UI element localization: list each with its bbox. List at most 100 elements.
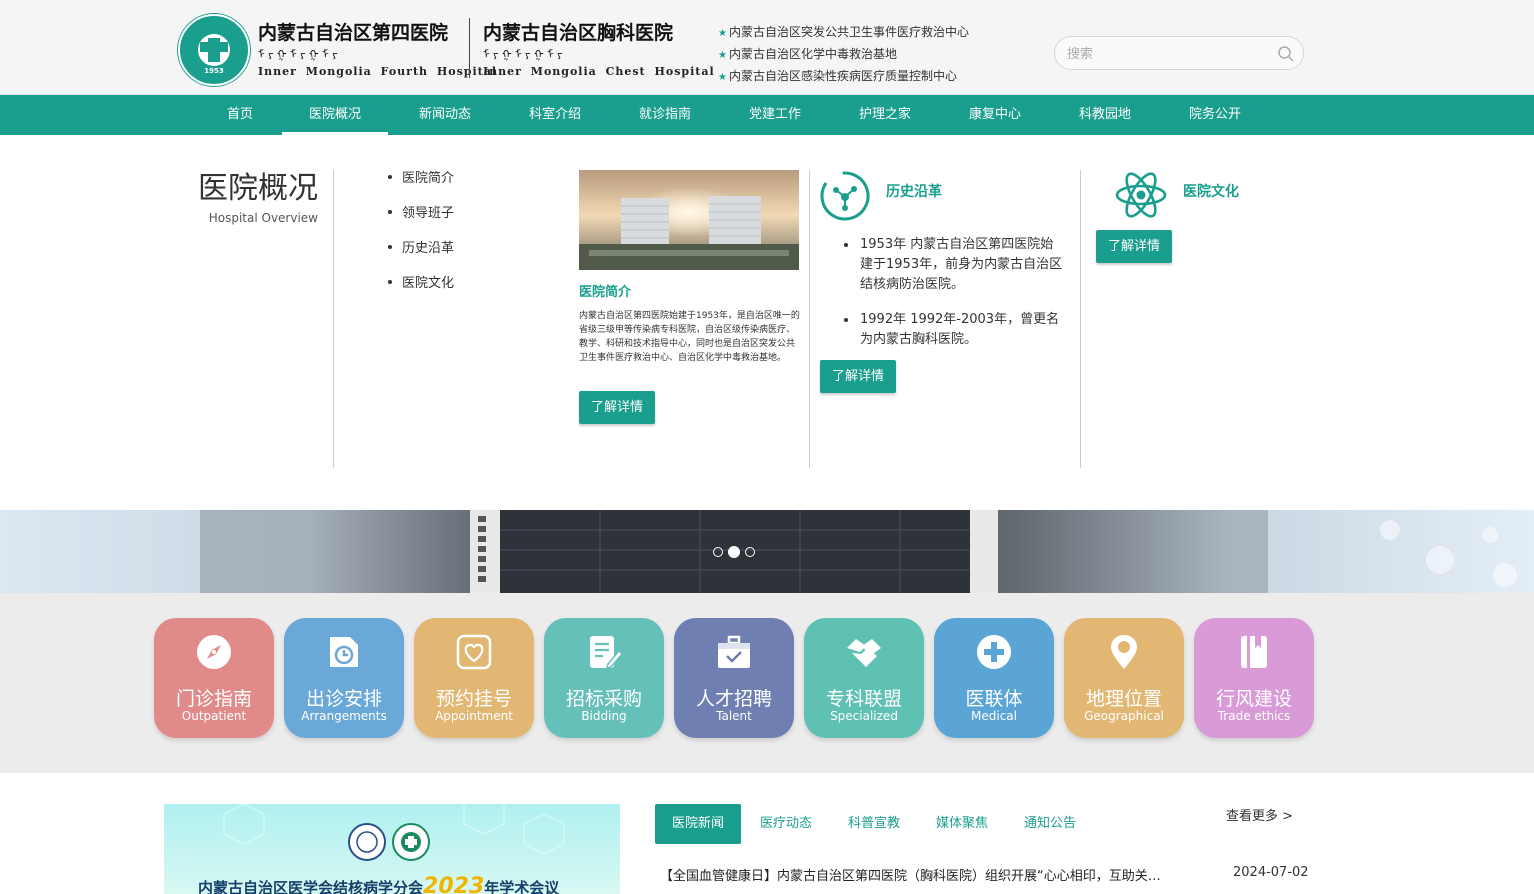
submenu-item-leadership[interactable]: 领导班子	[388, 204, 454, 239]
heart-icon	[456, 634, 492, 670]
site-header: 1953 内蒙古自治区第四医院 ᠮ ᠶ ᠭ ᠮ ᠶ ᠭ ᠮ ᠶ Inner Mo…	[0, 0, 1534, 95]
submenu-item-culture[interactable]: 医院文化	[388, 274, 454, 309]
nav-item-overview[interactable]: 医院概况	[282, 95, 388, 135]
banner-dot-active[interactable]	[728, 546, 740, 558]
search-icon[interactable]	[1277, 45, 1295, 63]
nav-item-departments[interactable]: 科室介绍	[505, 95, 605, 135]
nav-item-affairs[interactable]: 院务公开	[1165, 95, 1265, 135]
history-heading[interactable]: 历史沿革	[886, 181, 942, 201]
tile-trade-ethics[interactable]: 行风建设 Trade ethics	[1194, 618, 1314, 738]
nav-item-home[interactable]: 首页	[200, 95, 280, 135]
location-pin-icon	[1111, 635, 1137, 669]
divider	[809, 170, 810, 468]
news-featured-image[interactable]: 内蒙古自治区医学会结核病学分会2023年学术会议	[164, 804, 620, 894]
overview-submenu: 医院简介 领导班子 历史沿革 医院文化	[388, 169, 454, 309]
submenu-item-history[interactable]: 历史沿革	[388, 239, 454, 274]
bullet-icon	[388, 279, 392, 284]
molecule-network-icon	[820, 171, 870, 221]
banner-building-image	[200, 510, 1517, 593]
tile-label-cn: 地理位置	[1085, 688, 1162, 710]
hospital-name-2[interactable]: 内蒙古自治区胸科医院 ᠮ ᠶ ᠭ ᠮ ᠶ ᠭ ᠮ ᠶ Inner Mongoli…	[483, 18, 715, 78]
tile-label-cn: 行风建设	[1215, 688, 1292, 710]
tile-bidding[interactable]: 招标采购 Bidding	[544, 618, 664, 738]
hospital-name-1-cn: 内蒙古自治区第四医院	[258, 22, 449, 44]
news-image-suffix: 年学术会议	[484, 879, 560, 894]
news-item-date: 2024-07-02	[1233, 865, 1309, 880]
search-input[interactable]	[1067, 44, 1267, 64]
handshake-icon	[847, 639, 881, 667]
banner-pagination	[711, 545, 761, 559]
tile-label-en: Talent	[716, 709, 752, 723]
tile-label-cn: 人才招聘	[695, 688, 772, 710]
tab-medical-updates[interactable]: 医疗动态	[745, 804, 827, 844]
tile-label-en: Bidding	[581, 709, 627, 723]
tile-outpatient[interactable]: 门诊指南 Outpatient	[154, 618, 274, 738]
tab-hospital-news[interactable]: 医院新闻	[655, 804, 741, 844]
tile-label-en: Geographical	[1084, 709, 1164, 723]
hospital-building-image[interactable]	[579, 170, 799, 270]
briefcase-icon	[718, 635, 750, 668]
submenu-item-label: 领导班子	[402, 206, 455, 221]
tile-label-cn: 专科联盟	[825, 688, 902, 710]
submenu-item-intro[interactable]: 医院简介	[388, 169, 454, 204]
search-box	[1054, 36, 1304, 70]
news-item-title[interactable]: 【全国血管健康日】内蒙古自治区第四医院（胸科医院）组织开展“心心相印，互助关爱”…	[660, 865, 1170, 884]
mega-subtitle: Hospital Overview	[208, 211, 318, 225]
clock-icon	[330, 637, 358, 667]
tagline: ★ 内蒙古自治区突发公共卫生事件医疗救治中心	[718, 22, 969, 44]
history-list: 1953年 内蒙古自治区第四医院始建于1953年，前身为内蒙古自治区结核病防治医…	[842, 235, 1064, 365]
view-more-link[interactable]: 查看更多 >	[1226, 805, 1293, 824]
name-divider	[469, 18, 470, 78]
tile-specialized[interactable]: 专科联盟 Specialized	[804, 618, 924, 738]
nav-item-party[interactable]: 党建工作	[725, 95, 825, 135]
mega-title: 医院概况	[198, 171, 318, 206]
submenu-item-label: 历史沿革	[402, 241, 455, 256]
tab-notices[interactable]: 通知公告	[1009, 804, 1091, 844]
hero-banner[interactable]	[0, 510, 1534, 593]
tile-label-cn: 招标采购	[565, 688, 642, 710]
hospital-name-1-mn: ᠮ ᠶ ᠭ ᠮ ᠶ ᠭ ᠮ ᠶ	[258, 48, 338, 61]
tagline-text: 内蒙古自治区突发公共卫生事件医疗救治中心	[728, 25, 969, 39]
main-nav: 首页 医院概况 新闻动态 科室介绍 就诊指南 党建工作 护理之家 康复中心 科教…	[0, 95, 1534, 135]
divider	[333, 170, 334, 468]
hospital-name-2-mn: ᠮ ᠶ ᠭ ᠮ ᠶ ᠭ ᠮ ᠶ	[483, 48, 563, 61]
history-details-button[interactable]: 了解详情	[820, 360, 897, 393]
divider	[1080, 170, 1081, 468]
tile-label-cn: 出诊安排	[305, 688, 382, 710]
banner-dot[interactable]	[713, 547, 723, 557]
intro-details-button[interactable]: 了解详情	[579, 391, 656, 424]
emblem-year: 1953	[204, 67, 224, 75]
tile-arrangements[interactable]: 出诊安排 Arrangements	[284, 618, 404, 738]
hospital-name-1[interactable]: 内蒙古自治区第四医院 ᠮ ᠶ ᠭ ᠮ ᠶ ᠭ ᠮ ᠶ Inner Mongoli…	[258, 18, 497, 78]
news-image-year: 2023	[423, 874, 485, 894]
tile-medical[interactable]: 医联体 Medical	[934, 618, 1054, 738]
star-icon: ★	[718, 50, 727, 61]
intro-heading[interactable]: 医院简介	[579, 281, 631, 300]
nav-item-guide[interactable]: 就诊指南	[615, 95, 715, 135]
overview-mega-menu: 医院概况 Hospital Overview 医院简介 领导班子 历史沿革 医院…	[0, 135, 1534, 510]
tab-media-focus[interactable]: 媒体聚焦	[921, 804, 1003, 844]
page: 1953 内蒙古自治区第四医院 ᠮ ᠶ ᠭ ᠮ ᠶ ᠭ ᠮ ᠶ Inner Mo…	[0, 0, 1534, 894]
tile-label-en: Medical	[971, 709, 1017, 723]
tagline-text: 内蒙古自治区感染性疾病医疗质量控制中心	[728, 69, 957, 83]
banner-dot[interactable]	[745, 547, 755, 557]
header-taglines: ★ 内蒙古自治区突发公共卫生事件医疗救治中心 ★ 内蒙古自治区化学中毒救治基地 ★ 内…	[718, 22, 969, 88]
tile-geographical[interactable]: 地理位置 Geographical	[1064, 618, 1184, 738]
tab-science-education[interactable]: 科普宣教	[833, 804, 915, 844]
tile-appointment[interactable]: 预约挂号 Appointment	[414, 618, 534, 738]
tile-label-en: Trade ethics	[1217, 709, 1291, 723]
culture-details-button[interactable]: 了解详情	[1096, 230, 1173, 263]
nav-item-education[interactable]: 科教园地	[1055, 95, 1155, 135]
nav-item-news[interactable]: 新闻动态	[395, 95, 495, 135]
history-item: 1992年 1992年-2003年，曾更名为内蒙古胸科医院。	[842, 310, 1064, 350]
culture-heading[interactable]: 医院文化	[1183, 181, 1239, 201]
nav-item-rehab[interactable]: 康复中心	[945, 95, 1045, 135]
document-edit-icon	[590, 636, 622, 670]
submenu-item-label: 医院文化	[402, 276, 455, 291]
hospital-name-1-en: Inner Mongolia Fourth Hospital	[258, 65, 498, 78]
nav-item-nursing[interactable]: 护理之家	[835, 95, 935, 135]
star-icon: ★	[718, 72, 727, 83]
medical-cross-icon	[977, 635, 1011, 669]
tile-talent[interactable]: 人才招聘 Talent	[674, 618, 794, 738]
tile-label-en: Outpatient	[181, 709, 247, 723]
